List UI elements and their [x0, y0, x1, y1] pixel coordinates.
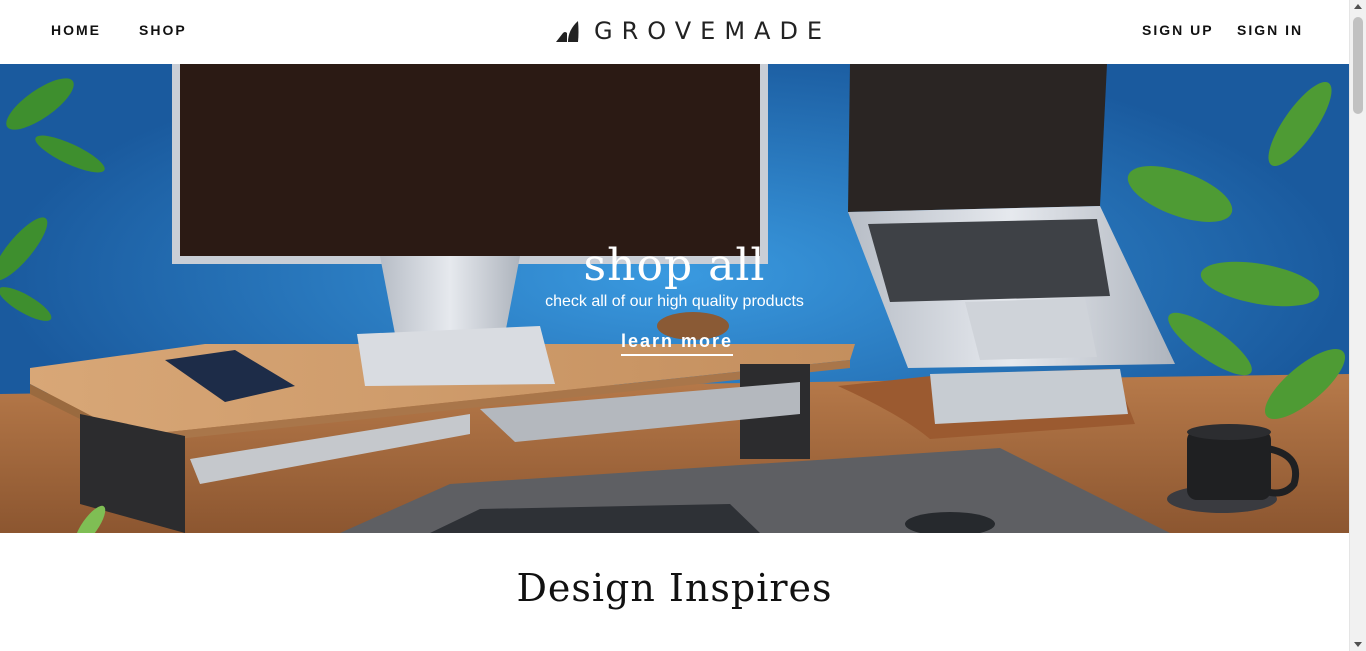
learn-more-link[interactable]: learn more	[621, 331, 734, 356]
hero-title: shop all	[583, 240, 766, 291]
leaf-drop-icon	[556, 21, 579, 42]
nav-signin-link[interactable]: SIGN IN	[1237, 22, 1303, 38]
hero-subtitle: check all of our high quality products	[545, 293, 804, 310]
nav-shop-link[interactable]: SHOP	[139, 22, 187, 38]
brand-name: GROVEMADE	[594, 17, 832, 45]
scroll-down-arrow-icon[interactable]	[1354, 642, 1362, 647]
site-header: HOME SHOP GROVEMADE SIGN UP SIGN IN	[0, 0, 1349, 64]
scroll-thumb[interactable]	[1353, 17, 1363, 114]
scroll-up-arrow-icon[interactable]	[1354, 4, 1362, 9]
section-title: Design Inspires	[516, 566, 833, 610]
nav-signup-link[interactable]: SIGN UP	[1142, 22, 1214, 38]
nav-home-link[interactable]: HOME	[51, 22, 101, 38]
page-scrollbar[interactable]	[1349, 0, 1366, 651]
brand-logo[interactable]: GROVEMADE	[554, 16, 831, 46]
hero-banner: shop all check all of our high quality p…	[0, 64, 1349, 533]
